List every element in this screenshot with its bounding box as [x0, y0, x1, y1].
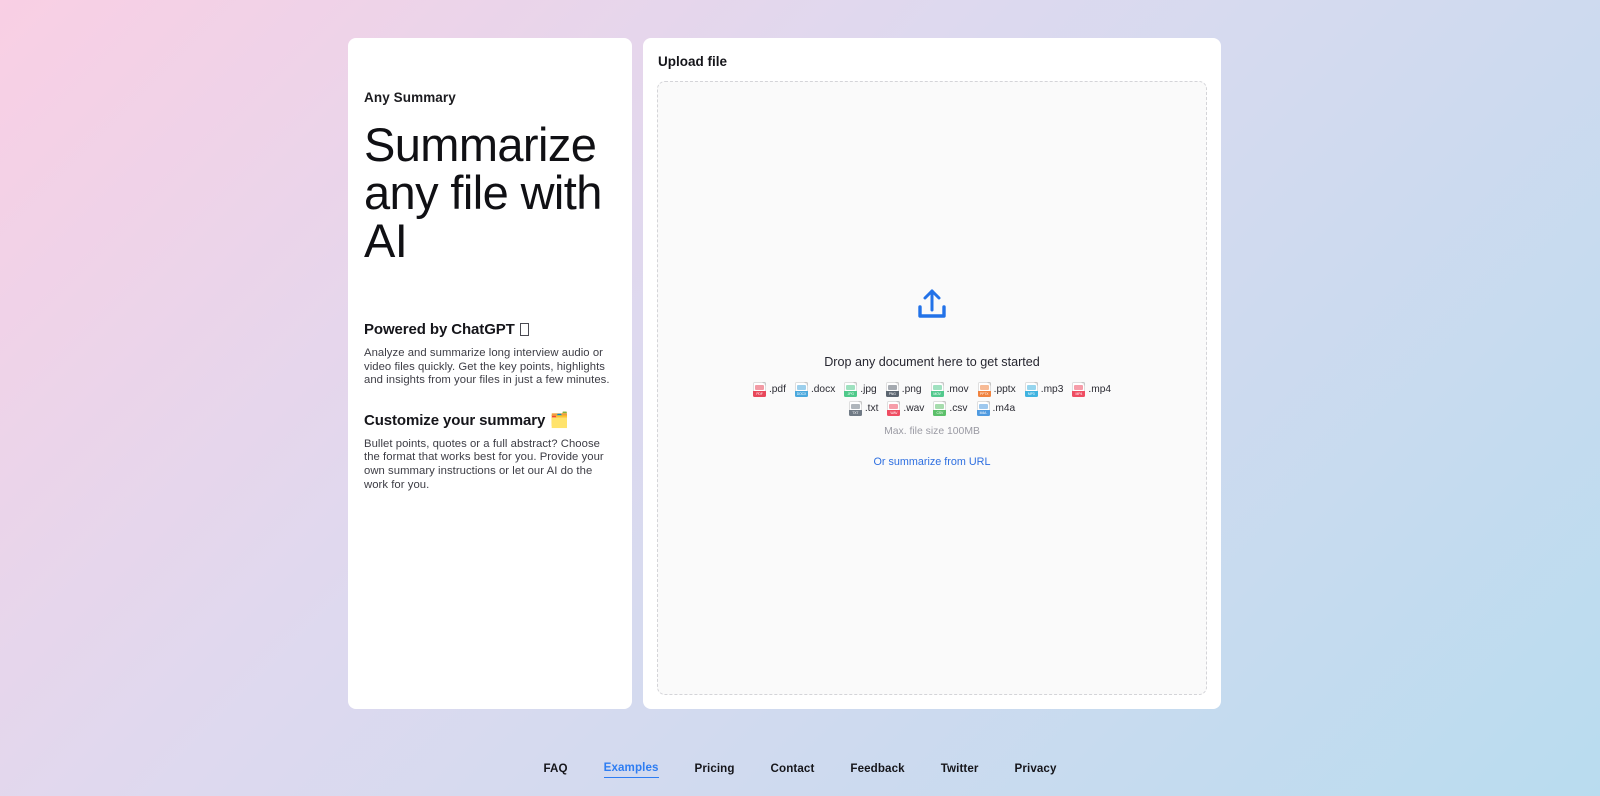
filetype-chip: MP4 .mp4 [1072, 382, 1111, 397]
file-wav-icon: WAV [887, 401, 901, 416]
filetype-label: .pdf [768, 384, 786, 395]
filetype-chip: PNG .png [885, 382, 922, 397]
filetype-chip: MP3 .mp3 [1024, 382, 1064, 397]
filetype-label: .mov [946, 384, 969, 395]
filetype-chip: JPG .jpg [844, 382, 877, 397]
upload-card-title: Upload file [658, 54, 728, 69]
file-csv-icon: CSV [933, 401, 947, 416]
file-docx-icon: DOCX [794, 382, 808, 397]
missing-glyph-box-icon [519, 323, 529, 336]
info-card: Any Summary Summarize any file with AI P… [348, 38, 632, 709]
filetype-chip: WAV .wav [887, 401, 924, 416]
cards-row: Any Summary Summarize any file with AI P… [348, 38, 1221, 709]
file-dropzone[interactable]: Drop any document here to get started PD… [657, 81, 1207, 695]
filetype-label: .txt [864, 403, 879, 414]
filetype-label: .png [901, 384, 922, 395]
footer-link-contact[interactable]: Contact [771, 762, 815, 778]
filetype-label: .mp4 [1088, 384, 1112, 395]
feature-heading: Powered by ChatGPT [364, 321, 616, 338]
dropzone-headline: Drop any document here to get started [824, 355, 1040, 369]
summarize-from-url-link[interactable]: Or summarize from URL [874, 456, 991, 468]
footer-link-twitter[interactable]: Twitter [941, 762, 979, 778]
filetype-chip: PDF .pdf [752, 382, 786, 397]
file-mp4-icon: MP4 [1072, 382, 1086, 397]
feature-body: Analyze and summarize long interview aud… [364, 347, 610, 387]
filetype-label: .csv [949, 403, 968, 414]
filetype-chip: MOV .mov [930, 382, 969, 397]
card-index-dividers-emoji-icon: 🗂️ [550, 411, 569, 429]
file-mp3-icon: MP3 [1024, 382, 1038, 397]
feature-customize-your-summary: Customize your summary 🗂️ Bullet points,… [364, 412, 616, 492]
filetype-label: .jpg [860, 384, 877, 395]
filetype-label: .wav [903, 403, 925, 414]
brand-name: Any Summary [364, 90, 456, 105]
filetype-chip: CSV .csv [933, 401, 968, 416]
file-m4a-icon: M4A [976, 401, 990, 416]
feature-heading: Customize your summary 🗂️ [364, 412, 616, 429]
max-file-size-note: Max. file size 100MB [884, 426, 980, 437]
filetype-chip: M4A .m4a [976, 401, 1016, 416]
filetype-label: .mp3 [1040, 384, 1064, 395]
filetype-chip: PPTX .pptx [977, 382, 1016, 397]
file-txt-icon: TXT [848, 401, 862, 416]
footer-link-pricing[interactable]: Pricing [695, 762, 735, 778]
footer-link-faq[interactable]: FAQ [543, 762, 567, 778]
feature-heading-text: Powered by ChatGPT [364, 321, 515, 338]
file-pptx-icon: PPTX [977, 382, 991, 397]
page-title: Summarize any file with AI [364, 118, 602, 267]
file-pdf-icon: PDF [752, 382, 766, 397]
filetype-chip: TXT .txt [848, 401, 879, 416]
feature-body: Bullet points, quotes or a full abstract… [364, 437, 604, 491]
filetype-label: .pptx [993, 384, 1016, 395]
filetype-chip: DOCX .docx [794, 382, 836, 397]
upload-arrow-tray-icon [915, 288, 949, 325]
footer-link-privacy[interactable]: Privacy [1015, 762, 1057, 778]
feature-heading-text: Customize your summary [364, 411, 546, 429]
footer-link-feedback[interactable]: Feedback [850, 762, 904, 778]
file-png-icon: PNG [885, 382, 899, 397]
filetype-label: .docx [810, 384, 836, 395]
footer-nav: FAQ Examples Pricing Contact Feedback Twitter… [0, 761, 1600, 778]
feature-powered-by-chatgpt: Powered by ChatGPT Analyze and summarize… [364, 321, 616, 388]
file-mov-icon: MOV [930, 382, 944, 397]
filetype-label: .m4a [992, 403, 1016, 414]
footer-link-examples[interactable]: Examples [603, 761, 659, 778]
supported-filetypes-list: PDF .pdf DOCX .docx JPG .jpg PNG .png MOV .mov PPT… [747, 382, 1117, 416]
upload-card: Upload file Drop any document here to ge… [643, 38, 1221, 709]
file-jpg-icon: JPG [844, 382, 858, 397]
page-root: Any Summary Summarize any file with AI P… [0, 0, 1600, 796]
